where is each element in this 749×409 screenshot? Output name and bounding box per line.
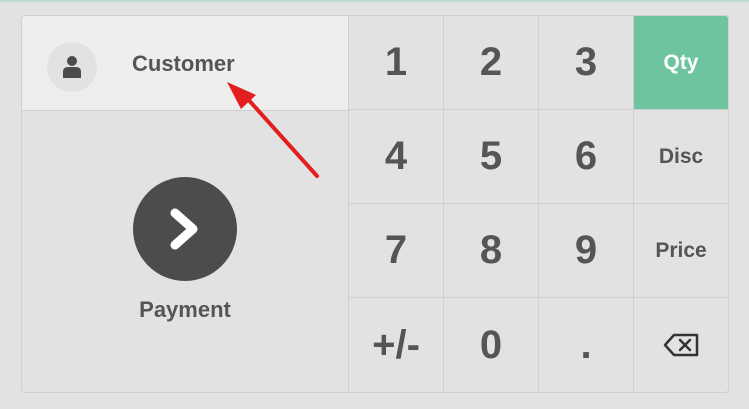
- key-6[interactable]: 6: [539, 110, 634, 204]
- left-actions: Customer Payment: [22, 16, 349, 392]
- key-9[interactable]: 9: [539, 204, 634, 298]
- user-icon: [63, 56, 81, 78]
- price-mode-button[interactable]: Price: [634, 204, 728, 298]
- disc-mode-button[interactable]: Disc: [634, 110, 728, 204]
- customer-label: Customer: [132, 51, 235, 76]
- numpad: 1 2 3 Qty 4 5 6 Disc 7 8 9 Price +/- 0 .: [349, 16, 728, 392]
- key-3[interactable]: 3: [539, 16, 634, 110]
- key-plus-minus[interactable]: +/-: [349, 298, 444, 392]
- qty-mode-button[interactable]: Qty: [634, 16, 728, 110]
- pos-action-panel: Customer Payment 1 2 3 Qty 4 5 6 Disc 7 …: [21, 15, 729, 393]
- key-7[interactable]: 7: [349, 204, 444, 298]
- customer-button[interactable]: Customer: [22, 16, 348, 111]
- key-8[interactable]: 8: [444, 204, 539, 298]
- top-accent-line: [0, 0, 749, 2]
- key-4[interactable]: 4: [349, 110, 444, 204]
- payment-circle: [133, 177, 237, 281]
- key-5[interactable]: 5: [444, 110, 539, 204]
- key-0[interactable]: 0: [444, 298, 539, 392]
- backspace-button[interactable]: [634, 298, 728, 392]
- customer-avatar: [47, 42, 97, 92]
- chevron-right-icon: [170, 208, 198, 250]
- key-2[interactable]: 2: [444, 16, 539, 110]
- payment-label: Payment: [139, 297, 231, 322]
- key-1[interactable]: 1: [349, 16, 444, 110]
- backspace-icon: [663, 333, 699, 357]
- payment-button[interactable]: Payment: [22, 111, 348, 392]
- key-decimal[interactable]: .: [539, 298, 634, 392]
